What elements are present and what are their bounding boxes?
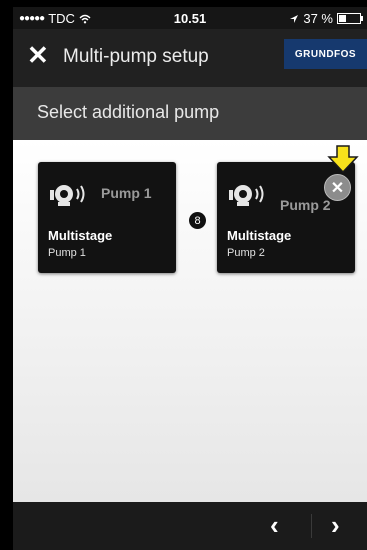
page-title: Multi-pump setup [63,46,209,67]
app-frame: ●●●●● TDC 10.51 37 % ✕ Multi-pump setup … [13,7,367,550]
location-icon [290,14,299,23]
status-bar: ●●●●● TDC 10.51 37 % [13,7,367,29]
pump-card-1[interactable]: Pump 1 Multistage Pump 1 [38,162,176,273]
close-icon[interactable]: ✕ [27,42,49,68]
pump-icon [50,185,85,206]
close-icon: ✕ [330,179,345,197]
pump-type: Multistage [48,228,113,243]
section-title: Select additional pump [37,102,220,122]
previous-button[interactable]: ‹ [270,512,279,538]
nav-divider [311,514,312,538]
pump-name: Pump 2 [227,247,265,259]
pointer-arrow-icon [327,145,359,173]
pump-label: Pump 2 [280,197,331,213]
pump-label: Pump 1 [101,185,152,201]
title-bar: ✕ Multi-pump setup GRUNDFOS [13,29,367,87]
pump-name: Pump 1 [48,247,86,259]
section-header: Select additional pump [13,87,367,140]
next-button[interactable]: › [331,512,340,538]
grundfos-logo: GRUNDFOS [284,39,367,69]
battery-icon [337,13,363,24]
pump-type: Multistage [227,228,292,243]
battery-percent: 37 % [303,11,333,26]
link-icon: 8 [189,212,206,229]
bottom-nav-bar: ‹ › [13,502,367,550]
pump-icon [229,185,264,206]
remove-pump-button[interactable]: ✕ [324,174,351,201]
